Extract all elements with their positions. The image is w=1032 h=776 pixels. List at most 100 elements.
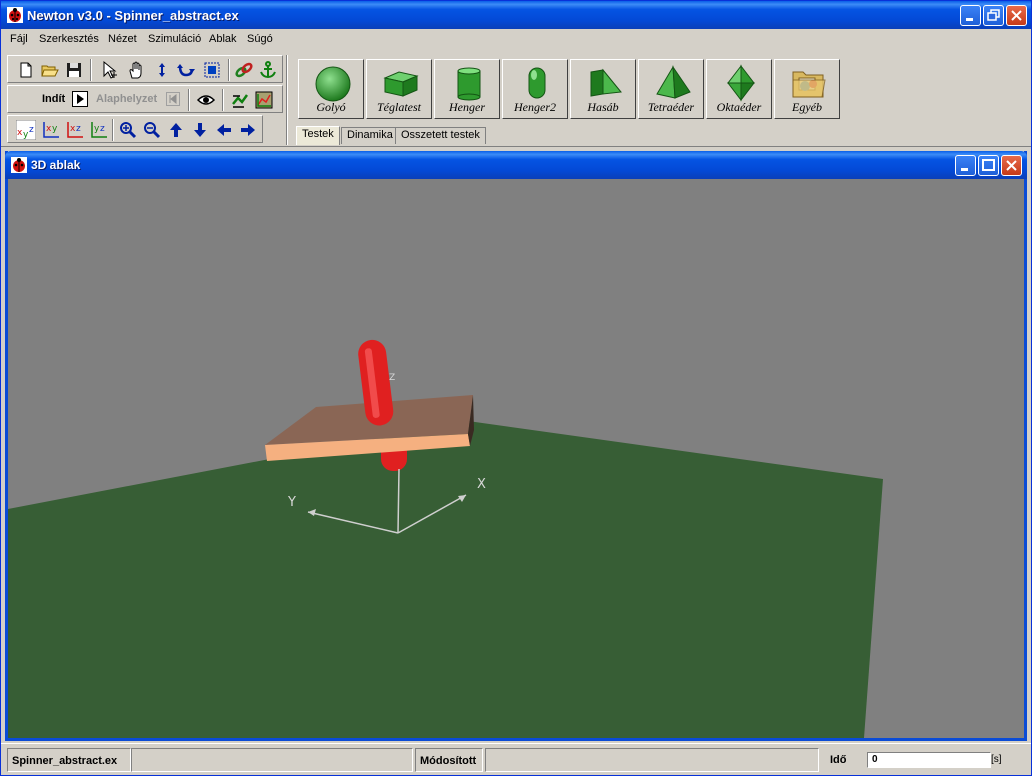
toolbar-separator: [222, 89, 224, 111]
eye-icon: [196, 95, 216, 105]
rotate-button[interactable]: [176, 60, 196, 80]
view-yz-button[interactable]: yz: [88, 120, 108, 140]
new-file-button[interactable]: [16, 60, 36, 80]
shape-label: Tetraéder: [647, 100, 695, 114]
status-filename: Spinner_abstract.ex: [7, 748, 131, 772]
move-right-button[interactable]: [238, 120, 258, 140]
sphere-icon: [315, 66, 351, 102]
axis-z-line: [397, 468, 400, 534]
play-icon: [77, 94, 84, 104]
anchor-button[interactable]: [258, 60, 278, 80]
toolbar-separator: [228, 59, 230, 81]
ladybug-icon: [11, 157, 27, 173]
move-vertical-button[interactable]: [152, 60, 172, 80]
axis-z-label: Z: [389, 373, 395, 383]
status-empty-2: [485, 748, 819, 772]
arrow-pointer-icon: [103, 60, 117, 79]
reset-button[interactable]: [166, 92, 180, 106]
cylinder-icon: [457, 67, 481, 101]
3d-minimize-button[interactable]: [955, 155, 976, 176]
3d-scene[interactable]: X Y Z: [8, 179, 1024, 738]
close-icon: [1006, 160, 1017, 171]
scale-button[interactable]: [202, 60, 222, 80]
time-field: 0: [867, 752, 991, 768]
arrow-down-icon: [194, 123, 206, 137]
menu-window[interactable]: Ablak: [209, 33, 237, 45]
new-file-icon: [20, 62, 32, 78]
move-down-button[interactable]: [190, 120, 210, 140]
title-bar[interactable]: Newton v3.0 - Spinner_abstract.ex: [1, 1, 1031, 29]
time-unit: [s]: [991, 754, 1002, 765]
restore-button[interactable]: [983, 5, 1004, 26]
shape-label: Golyó: [316, 100, 346, 114]
minimize-button[interactable]: [960, 5, 981, 26]
rotate-icon: [177, 64, 195, 77]
axis-x-label: X: [477, 477, 486, 492]
view-xy-button[interactable]: xy: [40, 120, 60, 140]
move-up-button[interactable]: [166, 120, 186, 140]
open-file-button[interactable]: [40, 60, 60, 80]
shape-palette: Golyó Téglatest Henger Henger2 Hasáb Tet…: [294, 57, 844, 123]
3d-maximize-button[interactable]: [978, 155, 999, 176]
select-tool-button[interactable]: [100, 60, 120, 80]
shape-button-tetrahedron[interactable]: Tetraéder: [638, 59, 704, 119]
start-label: Indít: [42, 93, 66, 105]
zoom-in-button[interactable]: [118, 120, 138, 140]
shape-button-octahedron[interactable]: Oktaéder: [706, 59, 772, 119]
folder-icon: [792, 71, 826, 98]
close-button[interactable]: [1006, 5, 1027, 26]
shape-button-sphere[interactable]: Golyó: [298, 59, 364, 119]
toolbar-row-1: [7, 55, 283, 83]
link-button[interactable]: [234, 60, 254, 80]
shape-button-capsule[interactable]: Henger2: [502, 59, 568, 119]
tab-bodies[interactable]: Testek: [296, 126, 340, 145]
view-xz-button[interactable]: xz: [64, 120, 84, 140]
move-left-button[interactable]: [214, 120, 234, 140]
3d-window-title-bar[interactable]: 3D ablak: [5, 151, 1027, 179]
tab-dynamics[interactable]: Dinamika: [341, 127, 399, 144]
shape-button-other[interactable]: Egyéb: [774, 59, 840, 119]
menu-edit[interactable]: Szerkesztés: [39, 33, 99, 45]
status-modified: Módosított: [415, 748, 483, 772]
resize-box-icon: [204, 62, 220, 78]
arrow-left-icon: [217, 124, 231, 136]
svg-text:z: z: [100, 124, 105, 134]
3d-close-button[interactable]: [1001, 155, 1022, 176]
shape-label: Henger: [449, 100, 485, 114]
shape-button-cylinder[interactable]: Henger: [434, 59, 500, 119]
shape-button-box[interactable]: Téglatest: [366, 59, 432, 119]
maximize-icon: [982, 159, 995, 171]
reset-label: Alaphelyzet: [96, 93, 158, 105]
menu-view[interactable]: Nézet: [108, 33, 137, 45]
3d-viewport[interactable]: X Y Z: [8, 179, 1024, 738]
tetrahedron-icon: [656, 65, 691, 99]
shape-button-prism[interactable]: Hasáb: [570, 59, 636, 119]
zoom-out-button[interactable]: [142, 120, 162, 140]
save-button[interactable]: [64, 60, 84, 80]
panel-divider: [286, 55, 288, 145]
axes-xy-icon: xy: [43, 122, 59, 138]
axes-xz-icon: xz: [67, 122, 83, 138]
arrow-right-icon: [241, 124, 255, 136]
graph-button[interactable]: [230, 90, 250, 110]
view-xyz-button[interactable]: xyz: [16, 120, 36, 140]
ladybug-icon: [7, 7, 23, 23]
pan-tool-button[interactable]: [126, 60, 146, 80]
axis-y-label: Y: [287, 495, 296, 510]
menu-help[interactable]: Súgó: [247, 33, 273, 45]
shape-label: Hasáb: [587, 100, 619, 114]
menu-file[interactable]: Fájl: [10, 33, 28, 45]
app-window: Newton v3.0 - Spinner_abstract.ex Fájl S…: [0, 0, 1032, 776]
toolbar-separator: [90, 59, 92, 81]
hand-icon: [129, 61, 142, 79]
graph-arrows-icon: [232, 94, 249, 108]
menu-simulation[interactable]: Szimuláció: [148, 33, 201, 45]
zoom-in-icon: [120, 122, 137, 139]
tab-compound-bodies[interactable]: Osszetett testek: [395, 127, 486, 144]
visibility-button[interactable]: [196, 90, 216, 110]
start-button[interactable]: [72, 91, 88, 107]
floppy-icon: [67, 63, 81, 77]
chart-window-button[interactable]: [254, 90, 274, 110]
3d-window-title: 3D ablak: [31, 158, 81, 172]
restore-icon: [987, 9, 1000, 21]
